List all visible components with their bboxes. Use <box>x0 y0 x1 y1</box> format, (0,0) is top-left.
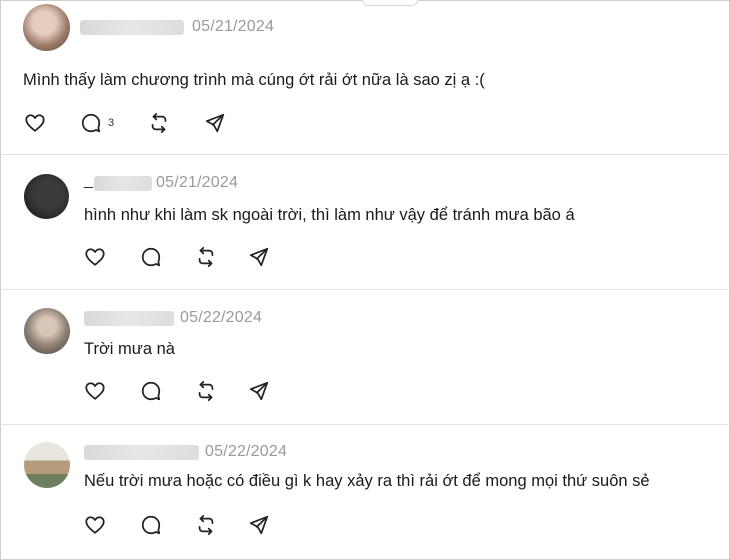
avatar[interactable] <box>24 174 69 219</box>
post-text: Nếu trời mưa hoặc có điều gì k hay xảy r… <box>84 472 650 490</box>
comment-icon <box>141 247 161 267</box>
top-handle <box>362 0 418 6</box>
reply-button[interactable] <box>140 380 164 404</box>
share-button[interactable] <box>248 380 272 404</box>
post-text: Trời mưa nà <box>84 340 175 358</box>
post-date: 05/21/2024 <box>192 18 275 35</box>
post-text: hình như khi làm sk ngoài trời, thì làm … <box>84 206 575 224</box>
heart-icon <box>85 516 105 534</box>
divider <box>0 289 730 290</box>
repost-icon <box>198 380 214 402</box>
reply-button[interactable] <box>80 112 104 136</box>
repost-button[interactable] <box>148 112 172 136</box>
post-date: 05/21/2024 <box>156 174 239 191</box>
comment-icon <box>141 515 161 535</box>
username-redacted[interactable] <box>94 176 152 191</box>
reply-button[interactable] <box>140 514 164 538</box>
reply-button[interactable] <box>140 246 164 270</box>
post-text: Mình thấy làm chương trình mà cúng ớt rả… <box>23 71 485 89</box>
share-button[interactable] <box>204 112 228 136</box>
share-button[interactable] <box>248 246 272 270</box>
post-date: 05/22/2024 <box>205 443 288 460</box>
repost-button[interactable] <box>195 246 219 270</box>
avatar[interactable] <box>24 442 70 488</box>
divider <box>0 424 730 425</box>
username-redacted[interactable] <box>84 445 199 460</box>
comment-icon <box>141 381 161 401</box>
avatar[interactable] <box>24 308 70 354</box>
share-button[interactable] <box>248 514 272 538</box>
username-prefix: _ <box>84 172 93 189</box>
like-button[interactable] <box>24 112 48 136</box>
send-icon <box>205 113 225 133</box>
repost-button[interactable] <box>195 514 219 538</box>
post-date: 05/22/2024 <box>180 309 263 326</box>
divider <box>0 154 730 155</box>
reply-count: 3 <box>108 117 115 129</box>
send-icon <box>249 247 269 267</box>
repost-icon <box>151 112 167 134</box>
username-redacted[interactable] <box>80 20 184 35</box>
send-icon <box>249 515 269 535</box>
send-icon <box>249 381 269 401</box>
comment-icon <box>81 113 101 133</box>
repost-button[interactable] <box>195 380 219 404</box>
like-button[interactable] <box>84 246 108 270</box>
like-button[interactable] <box>84 380 108 404</box>
username-redacted[interactable] <box>84 311 174 326</box>
heart-icon <box>85 382 105 400</box>
heart-icon <box>25 114 45 132</box>
repost-icon <box>198 514 214 536</box>
repost-icon <box>198 246 214 268</box>
heart-icon <box>85 248 105 266</box>
avatar[interactable] <box>23 4 70 51</box>
like-button[interactable] <box>84 514 108 538</box>
